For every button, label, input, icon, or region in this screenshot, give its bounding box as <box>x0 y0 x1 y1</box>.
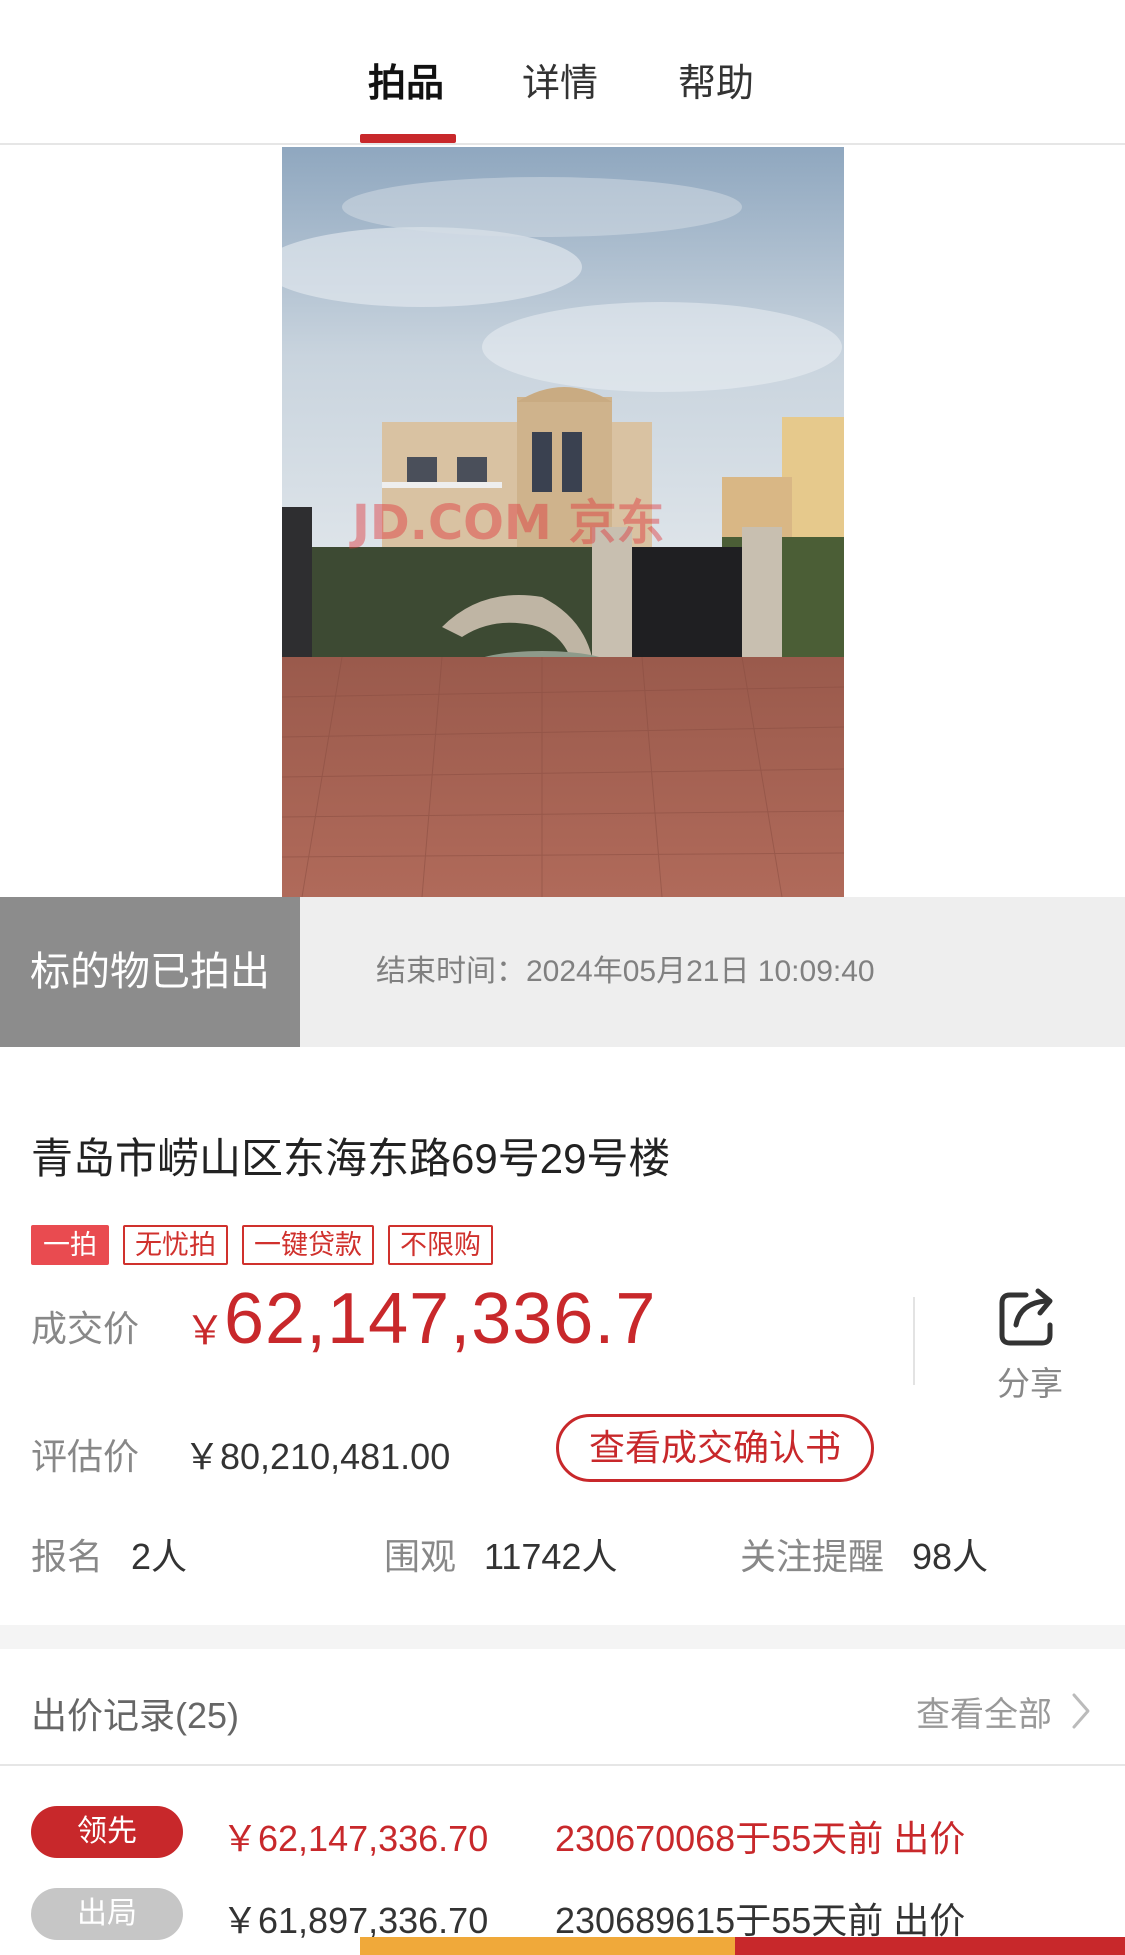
bid-amount: ￥62,147,336.70 <box>222 1818 489 1859</box>
tab-help[interactable]: 帮助 <box>678 52 754 107</box>
divider <box>913 1297 915 1385</box>
bottom-action-left[interactable] <box>360 1937 735 1955</box>
tab-details[interactable]: 详情 <box>522 52 598 107</box>
stat-key: 关注提醒 <box>740 1536 885 1577</box>
bid-records-header: 出价记录(25) 查看全部 <box>0 1649 1125 1766</box>
share-label: 分享 <box>997 1365 1063 1402</box>
tag-no-purchase-limit: 不限购 <box>388 1225 493 1265</box>
deal-price-currency: ￥ <box>185 1309 225 1353</box>
eval-price-label: 评估价 <box>31 1436 140 1477</box>
image-gallery[interactable]: JD.COM 京东 1/5 <box>0 147 1125 1014</box>
stat-value: 98人 <box>912 1536 989 1577</box>
bottom-action-bar[interactable] <box>0 1937 1125 1955</box>
stat-value: 2人 <box>131 1536 188 1577</box>
bid-records-title: 出价记录(25) <box>31 1695 240 1736</box>
active-tab-indicator <box>360 134 456 143</box>
chevron-right-icon[interactable] <box>1070 1691 1092 1731</box>
auction-status-bar: 标的物已拍出 结束时间：2024年05月21日 10:09:40 <box>0 897 1125 1047</box>
section-separator <box>0 1625 1125 1649</box>
share-button[interactable]: 分享 <box>985 1285 1075 1415</box>
bid-row: 领先 ￥62,147,336.70 230670068于55天前 出价 <box>0 1800 1125 1870</box>
tag-list: 一拍 无忧拍 一键贷款 不限购 <box>31 1225 493 1265</box>
auction-status-label: 标的物已拍出 <box>0 897 300 1047</box>
property-photo[interactable]: JD.COM 京东 <box>282 147 844 897</box>
bid-status-badge: 领先 <box>31 1806 183 1858</box>
stat-key: 围观 <box>384 1536 457 1577</box>
view-deal-confirmation-button[interactable]: 查看成交确认书 <box>556 1414 874 1482</box>
stat-key: 报名 <box>31 1536 104 1577</box>
bid-status-badge: 出局 <box>31 1888 183 1940</box>
stat-value: 11742人 <box>484 1536 618 1577</box>
item-title: 青岛市崂山区东海东路69号29号楼 <box>31 1135 671 1182</box>
stat-watchers: 关注提醒 98人 <box>740 1528 988 1580</box>
end-time: 结束时间：2024年05月21日 10:09:40 <box>376 955 875 988</box>
svg-text:JD.COM 京东: JD.COM 京东 <box>349 495 664 551</box>
tab-bar: 拍品 详情 帮助 <box>0 0 1125 145</box>
tab-item-auction[interactable]: 拍品 <box>368 52 444 107</box>
tag-round: 一拍 <box>31 1225 109 1265</box>
view-all-bids-link[interactable]: 查看全部 <box>916 1687 1052 1736</box>
share-icon <box>999 1288 1053 1346</box>
tag-loan: 一键贷款 <box>242 1225 374 1265</box>
eval-price: ￥80,210,481.00 <box>184 1436 451 1477</box>
bid-bidder: 230670068于55天前 出价 <box>555 1818 966 1859</box>
bottom-action-right[interactable] <box>735 1937 1125 1955</box>
stat-views: 围观 11742人 <box>384 1528 617 1580</box>
deal-price: 62,147,336.7 <box>224 1279 657 1359</box>
deal-price-label: 成交价 <box>31 1308 140 1349</box>
tag-worry-free: 无忧拍 <box>123 1225 228 1265</box>
stat-signups: 报名 2人 <box>31 1528 187 1580</box>
